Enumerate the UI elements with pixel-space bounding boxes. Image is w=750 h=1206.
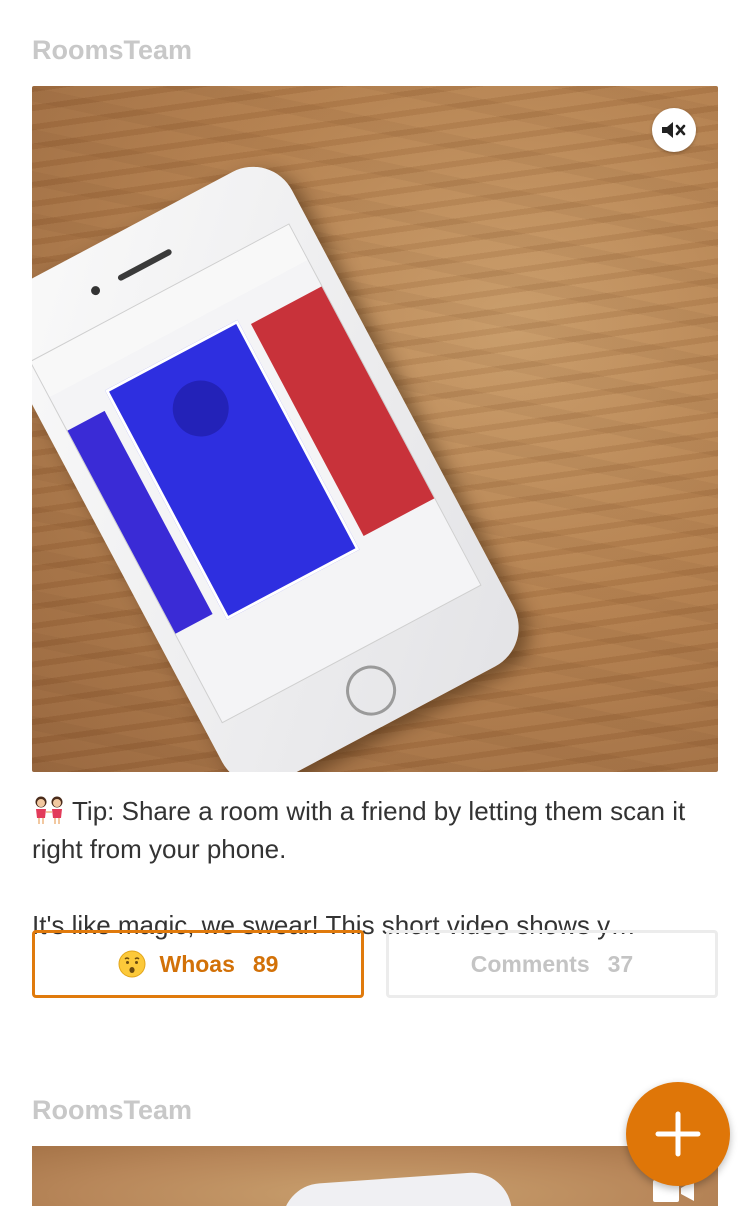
post-card: RoomsTeam [32,30,718,944]
whoas-count: 89 [252,950,279,977]
whoas-button[interactable]: Whoas 89 [32,930,364,998]
hushed-face-icon [118,950,145,978]
whoas-label: Whoas [159,950,235,977]
post-video[interactable] [32,1146,718,1206]
comments-button[interactable]: Comments 37 [386,930,718,998]
video-phone-image [32,151,535,772]
comments-label: Comments [470,950,590,977]
post-video[interactable] [32,86,718,772]
post-card: RoomsTeam [32,1090,718,1206]
post-author[interactable]: RoomsTeam [32,30,718,70]
create-button[interactable] [626,1082,730,1186]
post-caption: Tip: Share a room with a friend by letti… [32,792,718,944]
mute-button[interactable] [652,108,696,152]
comments-count: 37 [607,950,634,977]
plus-icon [655,1111,701,1157]
mute-icon [662,122,686,138]
video-phone-image [279,1170,515,1206]
two-girls-holding-hands-icon [35,796,63,824]
post-actions: Whoas 89 Comments 37 [32,930,718,998]
caption-text: Tip: Share a room with a friend by letti… [32,796,686,864]
post-author[interactable]: RoomsTeam [32,1090,718,1130]
